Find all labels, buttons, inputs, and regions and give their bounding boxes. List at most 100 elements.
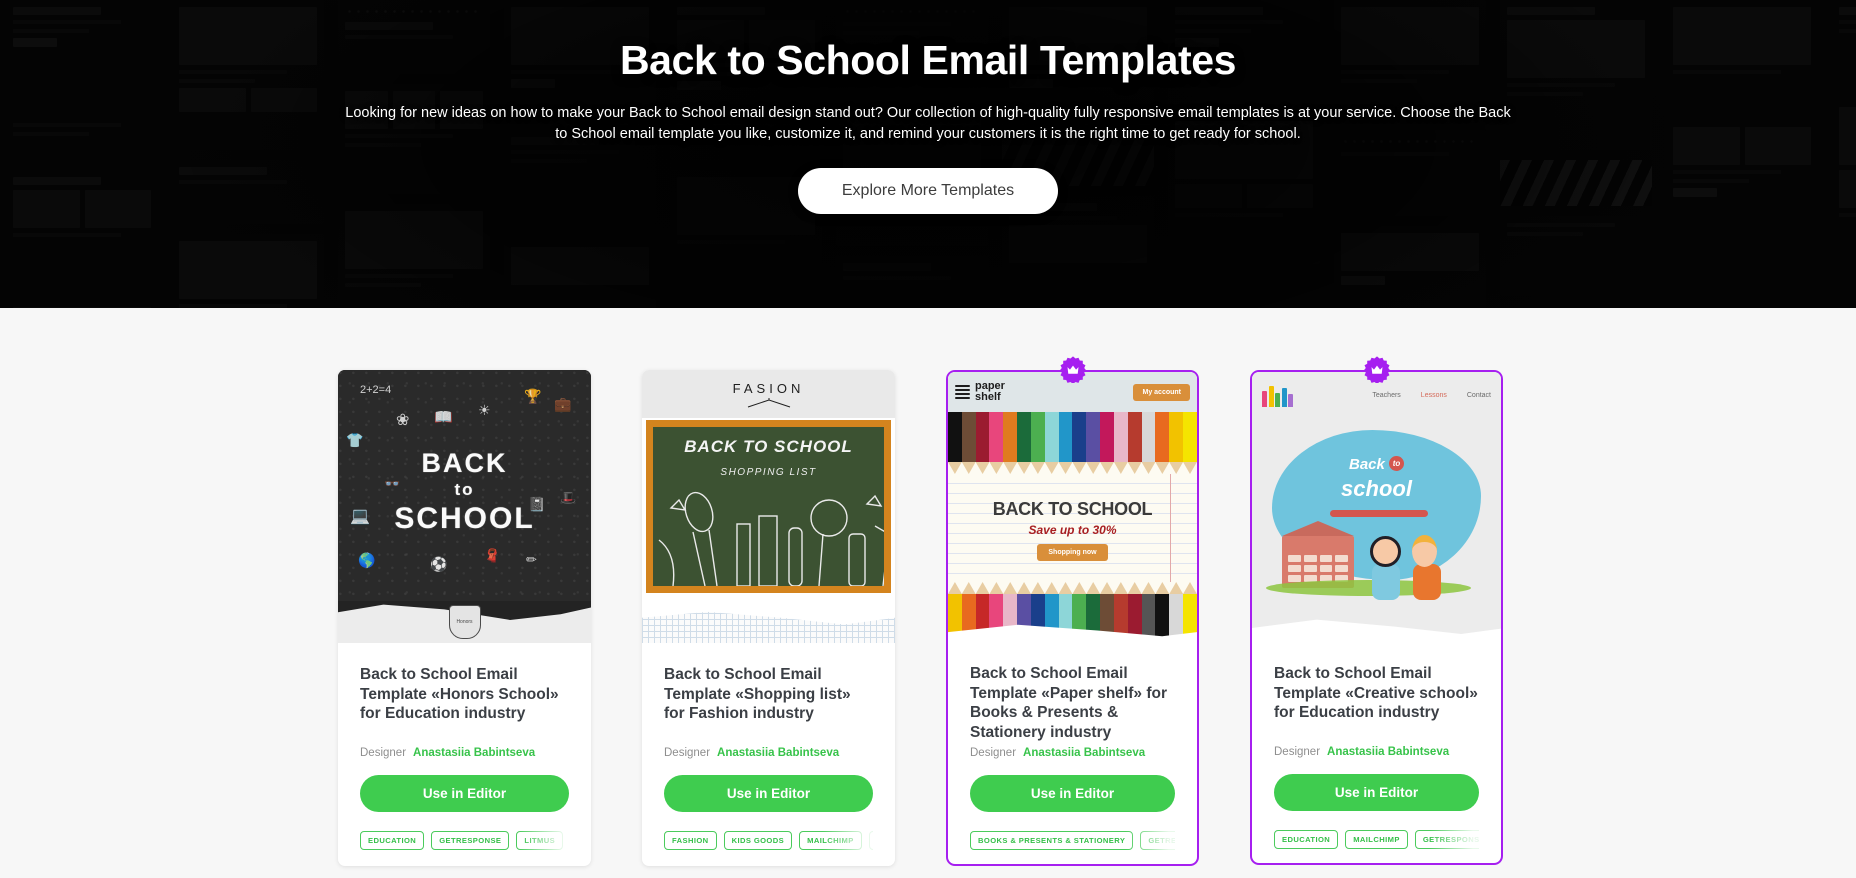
school-roof [1282, 521, 1354, 536]
designer-name-link[interactable]: Anastasiia Babintseva [413, 747, 535, 759]
thumbnail-nav[interactable]: Teachers Lessons Contact [1372, 392, 1491, 399]
template-thumbnail-shopping-list[interactable]: FASION BACK TO SCHOOL SHOPPING LIST [642, 370, 895, 643]
template-card[interactable]: FASION BACK TO SCHOOL SHOPPING LIST Back… [642, 370, 895, 867]
card-body: Back to School Email Template «Shopping … [642, 643, 895, 864]
chalk-headline: BACK TO SCHOOL [684, 437, 853, 456]
shopping-now-button[interactable]: Shopping now [1037, 544, 1108, 561]
premium-crown-badge-icon [1059, 356, 1086, 383]
hanger-icon [747, 397, 790, 407]
tag-list: EDUCATION MAILCHIMP GETRESPONSE LITMUS [1274, 830, 1479, 863]
paper-shelf-logo: paper shelf [955, 381, 1005, 403]
notebook-paper-area: BACK TO SCHOOL Save up to 30% Shopping n… [948, 474, 1197, 582]
tshirt-icon: 👕 [346, 432, 364, 448]
designer-label: Designer [664, 747, 711, 759]
red-swipe-accent [1330, 510, 1428, 517]
school-windows [1288, 555, 1348, 582]
template-card[interactable]: Teachers Lessons Contact Back to school … [1250, 356, 1503, 866]
sun-icon: ☀ [478, 402, 491, 418]
designer-label: Designer [360, 747, 407, 759]
tag[interactable]: EDUCATION [1274, 830, 1339, 849]
explore-more-templates-button[interactable]: Explore More Templates [797, 167, 1059, 214]
grid-paper-footer [642, 611, 895, 643]
tag[interactable]: MAILCHIMP [1345, 830, 1408, 849]
briefcase-icon: 💼 [554, 396, 572, 412]
scarf-icon: 🧣 [484, 548, 501, 563]
tag[interactable]: GETRESPONSE [1414, 830, 1479, 849]
tag[interactable]: MAILCHIMP [799, 831, 862, 850]
card-body: Back to School Email Template «Honors Sc… [338, 643, 591, 864]
tag[interactable]: GETRESPONSE [1140, 831, 1175, 851]
chalkboard-illustration: 2+2=4 ❀ 📖 ☀ 🏆 💼 👕 👓 💻 📓 🎩 🌎 ⚽ ✏ 🧣 BACK t… [338, 370, 591, 601]
designer-label: Designer [1274, 746, 1321, 758]
promo-subhead: Save up to 30% [1028, 523, 1117, 537]
chalk-word-school: SCHOOL [394, 502, 535, 535]
designer-name-link[interactable]: Anastasiia Babintseva [717, 747, 839, 759]
thumbnail-wrapper[interactable]: FASION BACK TO SCHOOL SHOPPING LIST [642, 370, 895, 643]
designer-label: Designer [970, 747, 1017, 760]
tag[interactable]: GETRESPONSE [431, 831, 510, 850]
flower-icon: ❀ [396, 412, 410, 429]
tag[interactable]: FASHION [664, 831, 717, 850]
tag-list: BOOKS & PRESENTS & STATIONERY GETRESPONS… [970, 831, 1175, 864]
girl-character [1370, 536, 1401, 600]
hero-section: Back to School Email Templates Looking f… [0, 0, 1856, 308]
illustration-word-school: school [1341, 476, 1412, 501]
globe-icon: 🌎 [358, 552, 376, 568]
card-title: Back to School Email Template «Creative … [1274, 665, 1478, 722]
chalk-word-back: BACK [421, 448, 508, 478]
template-thumbnail-creative-school[interactable]: Teachers Lessons Contact Back to school [1250, 370, 1503, 643]
logo-line-2: shelf [975, 391, 1001, 403]
designer-row: Designer Anastasiia Babintseva [970, 747, 1175, 759]
nav-item-lessons[interactable]: Lessons [1421, 392, 1447, 399]
template-thumbnail-honors-school[interactable]: 2+2=4 ❀ 📖 ☀ 🏆 💼 👕 👓 💻 📓 🎩 🌎 ⚽ ✏ 🧣 BACK t… [338, 370, 591, 643]
trophy-icon: 🏆 [524, 388, 542, 404]
premium-crown-badge-icon [1363, 356, 1390, 383]
thumbnail-wrapper[interactable]: paper shelf My account BACK TO SCHOOL Sa… [946, 356, 1199, 643]
boy-character [1412, 535, 1441, 600]
pencils-logo-icon [1262, 383, 1293, 407]
templates-section: 2+2=4 ❀ 📖 ☀ 🏆 💼 👕 👓 💻 📓 🎩 🌎 ⚽ ✏ 🧣 BACK t… [0, 308, 1856, 867]
template-card[interactable]: 2+2=4 ❀ 📖 ☀ 🏆 💼 👕 👓 💻 📓 🎩 🌎 ⚽ ✏ 🧣 BACK t… [338, 370, 591, 867]
pencils-icon: ✏ [526, 552, 537, 567]
illustration-word-back: Back to [1252, 456, 1501, 473]
card-body: Back to School Email Template «Creative … [1250, 642, 1503, 865]
kids-illustration: Back to school [1252, 418, 1501, 614]
illustration-word-to: to [1389, 456, 1405, 471]
use-in-editor-button[interactable]: Use in Editor [970, 775, 1175, 813]
card-title: Back to School Email Template «Honors Sc… [360, 666, 559, 723]
tag-list: EDUCATION GETRESPONSE LITMUS OUTLOOK [360, 831, 569, 864]
designer-name-link[interactable]: Anastasiia Babintseva [1023, 747, 1145, 759]
use-in-editor-button[interactable]: Use in Editor [1274, 774, 1479, 811]
nav-item-teachers[interactable]: Teachers [1372, 392, 1400, 399]
soccer-icon: ⚽ [430, 556, 448, 572]
designer-row: Designer Anastasiia Babintseva [664, 747, 873, 759]
chalk-word-to: to [454, 480, 475, 499]
thumbnail-wrapper[interactable]: Teachers Lessons Contact Back to school [1250, 356, 1503, 643]
my-account-button[interactable]: My account [1133, 383, 1190, 401]
card-title: Back to School Email Template «Shopping … [664, 666, 851, 723]
books-icon [955, 385, 970, 399]
use-in-editor-button[interactable]: Use in Editor [664, 775, 873, 812]
card-body: Back to School Email Template «Paper she… [946, 642, 1199, 867]
tag[interactable]: KIDS GOODS [723, 831, 793, 850]
designer-name-link[interactable]: Anastasiia Babintseva [1327, 746, 1449, 758]
fasion-logo-header: FASION [642, 370, 895, 418]
book-icon: 📖 [434, 409, 453, 426]
tag[interactable]: LITMUS [516, 831, 564, 850]
page-title: Back to School Email Templates [619, 37, 1237, 83]
wave-divider [1252, 619, 1501, 643]
thumbnail-wrapper[interactable]: 2+2=4 ❀ 📖 ☀ 🏆 💼 👕 👓 💻 📓 🎩 🌎 ⚽ ✏ 🧣 BACK t… [338, 370, 591, 643]
colored-pencils-top [948, 412, 1197, 474]
tag[interactable]: EDUCATION [360, 831, 425, 850]
designer-row: Designer Anastasiia Babintseva [360, 747, 569, 759]
chalk-subhead: SHOPPING LIST [720, 467, 817, 478]
fasion-logo-text: FASION [732, 380, 805, 396]
tag[interactable]: UNISENDER [868, 831, 873, 850]
template-thumbnail-paper-shelf[interactable]: paper shelf My account BACK TO SCHOOL Sa… [946, 370, 1199, 643]
honors-crest-emblem: Honors [448, 605, 481, 639]
tag[interactable]: BOOKS & PRESENTS & STATIONERY [970, 831, 1134, 851]
nav-item-contact[interactable]: Contact [1467, 392, 1491, 399]
use-in-editor-button[interactable]: Use in Editor [360, 775, 569, 812]
template-card[interactable]: paper shelf My account BACK TO SCHOOL Sa… [946, 356, 1199, 867]
equation-doodle: 2+2=4 [360, 384, 392, 396]
